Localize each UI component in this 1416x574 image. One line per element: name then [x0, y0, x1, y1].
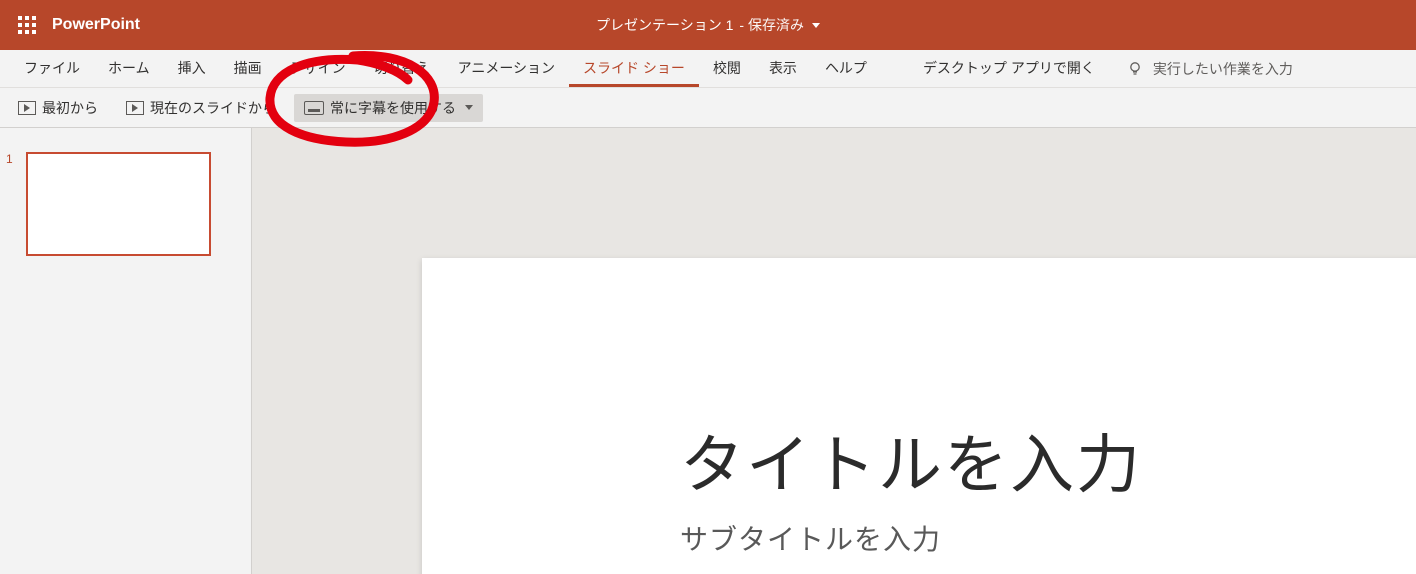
app-launcher-icon[interactable]	[12, 10, 42, 40]
tell-me-placeholder: 実行したい作業を入力	[1153, 59, 1293, 79]
slide-thumbnail-row[interactable]: 1	[6, 152, 235, 256]
slide-thumbnail-1[interactable]	[26, 152, 211, 256]
tab-draw[interactable]: 描画	[220, 50, 276, 87]
from-current-slide-button[interactable]: 現在のスライドから	[116, 94, 286, 122]
slide-thumbnail-panel: 1	[0, 128, 252, 574]
chevron-down-icon	[465, 105, 473, 110]
tab-file[interactable]: ファイル	[10, 50, 94, 87]
play-from-start-icon	[18, 101, 36, 115]
document-title[interactable]: プレゼンテーション 1 - 保存済み	[596, 15, 820, 35]
document-title-text: プレゼンテーション 1	[596, 15, 733, 35]
chevron-down-icon	[812, 23, 820, 28]
slide-canvas: タイトルを入力 サブタイトルを入力	[252, 128, 1416, 574]
document-saved-status: - 保存済み	[739, 15, 804, 35]
from-beginning-label: 最初から	[42, 98, 98, 118]
tab-review[interactable]: 校閲	[699, 50, 755, 87]
slide-number: 1	[6, 152, 16, 256]
ribbon-toolbar: 最初から 現在のスライドから 常に字幕を使用する	[0, 88, 1416, 128]
play-from-current-icon	[126, 101, 144, 115]
open-in-desktop-app[interactable]: デスクトップ アプリで開く	[909, 50, 1109, 87]
ribbon-tabs: ファイル ホーム 挿入 描画 デザイン 切り替え アニメーション スライド ショ…	[0, 50, 1416, 88]
app-name[interactable]: PowerPoint	[52, 16, 140, 34]
slide-title-placeholder[interactable]: タイトルを入力	[680, 414, 1142, 506]
tab-view[interactable]: 表示	[755, 50, 811, 87]
from-beginning-button[interactable]: 最初から	[8, 94, 108, 122]
slide-subtitle-placeholder[interactable]: サブタイトルを入力	[680, 518, 941, 558]
subtitle-icon	[304, 101, 324, 115]
workspace: 1 タイトルを入力 サブタイトルを入力	[0, 128, 1416, 574]
slide-editor[interactable]: タイトルを入力 サブタイトルを入力	[422, 258, 1416, 574]
from-current-label: 現在のスライドから	[150, 98, 276, 118]
tab-insert[interactable]: 挿入	[164, 50, 220, 87]
title-bar: PowerPoint プレゼンテーション 1 - 保存済み	[0, 0, 1416, 50]
always-use-subtitles-label: 常に字幕を使用する	[330, 98, 456, 118]
tab-slideshow[interactable]: スライド ショー	[569, 50, 699, 87]
tab-help[interactable]: ヘルプ	[811, 50, 881, 87]
tab-home[interactable]: ホーム	[94, 50, 164, 87]
tab-transitions[interactable]: 切り替え	[360, 50, 444, 87]
tab-animations[interactable]: アニメーション	[444, 50, 569, 87]
always-use-subtitles-button[interactable]: 常に字幕を使用する	[294, 94, 483, 122]
tell-me-box[interactable]: 実行したい作業を入力	[1127, 59, 1293, 79]
tab-design[interactable]: デザイン	[276, 50, 360, 87]
waffle-icon	[18, 16, 36, 34]
lightbulb-icon	[1127, 61, 1143, 77]
